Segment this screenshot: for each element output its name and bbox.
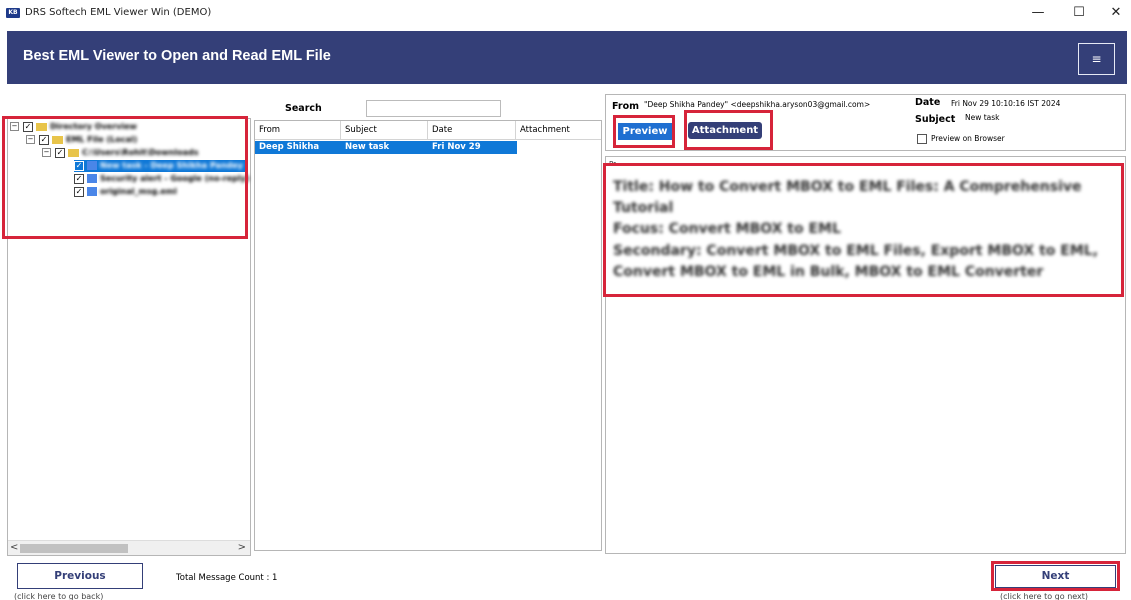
total-message-count: Total Message Count : 1 bbox=[176, 573, 278, 583]
cell-from: Deep Shikha bbox=[259, 142, 320, 152]
highlight-box-attachment bbox=[684, 110, 773, 150]
column-header-date[interactable]: Date bbox=[428, 121, 516, 140]
banner-title: Best EML Viewer to Open and Read EML Fil… bbox=[23, 48, 331, 64]
date-value: Fri Nov 29 10:10:16 IST 2024 bbox=[951, 99, 1061, 108]
table-row[interactable]: Deep Shikha New task Fri Nov 29 bbox=[255, 141, 517, 154]
preview-on-browser-label: Preview on Browser bbox=[931, 134, 1005, 143]
highlight-box-body bbox=[603, 163, 1124, 297]
subject-label: Subject bbox=[915, 114, 956, 125]
next-hint: (click here to go next) bbox=[1000, 592, 1089, 600]
previous-button[interactable]: Previous bbox=[17, 563, 143, 589]
from-label: From bbox=[612, 101, 639, 112]
cell-subject: New task bbox=[345, 142, 390, 152]
app-icon: KB bbox=[6, 8, 20, 18]
menu-icon[interactable]: ≡ bbox=[1078, 43, 1115, 75]
window-title: DRS Softech EML Viewer Win (DEMO) bbox=[25, 7, 212, 18]
next-button[interactable]: Next bbox=[995, 565, 1116, 588]
preview-on-browser-checkbox[interactable] bbox=[917, 134, 927, 144]
minimize-icon[interactable]: — bbox=[1023, 3, 1053, 23]
subject-value: New task bbox=[965, 113, 1000, 122]
scrollbar-thumb[interactable] bbox=[20, 544, 128, 553]
column-header-attachment[interactable]: Attachment bbox=[516, 121, 601, 140]
previous-hint: (click here to go back) bbox=[14, 592, 104, 600]
close-icon[interactable]: ✕ bbox=[1101, 3, 1131, 23]
message-list-panel[interactable]: From Subject Date Attachment Deep Shikha… bbox=[254, 120, 602, 551]
maximize-icon[interactable]: ☐ bbox=[1064, 3, 1094, 23]
date-label: Date bbox=[915, 97, 941, 108]
from-value: "Deep Shikha Pandey" <deepshikha.aryson0… bbox=[644, 100, 871, 109]
tree-horizontal-scrollbar[interactable]: < > bbox=[8, 540, 250, 555]
cell-date: Fri Nov 29 bbox=[432, 142, 481, 152]
column-header-subject[interactable]: Subject bbox=[341, 121, 428, 140]
scroll-left-icon[interactable]: < bbox=[10, 542, 18, 553]
search-label: Search bbox=[285, 103, 322, 114]
header-banner: Best EML Viewer to Open and Read EML Fil… bbox=[7, 31, 1127, 84]
search-input[interactable] bbox=[366, 100, 501, 117]
column-header-from[interactable]: From bbox=[255, 121, 341, 140]
window-title-bar: KB DRS Softech EML Viewer Win (DEMO) — ☐… bbox=[0, 0, 1131, 27]
list-header: From Subject Date Attachment bbox=[255, 121, 601, 140]
scroll-right-icon[interactable]: > bbox=[238, 542, 246, 553]
highlight-box-tree bbox=[2, 116, 248, 239]
highlight-box-preview bbox=[613, 115, 675, 148]
